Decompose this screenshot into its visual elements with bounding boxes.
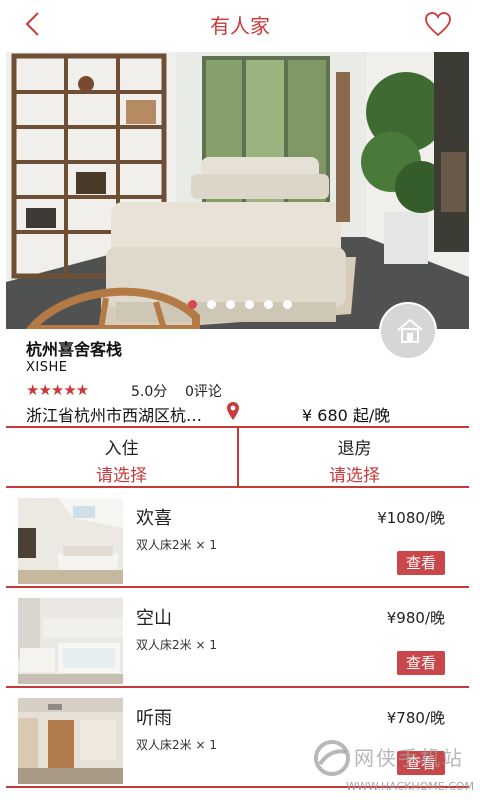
- checkout-label: 退房: [337, 439, 372, 459]
- location-pin-icon[interactable]: [226, 401, 240, 421]
- room-bed: 双人床2米 × 1: [136, 538, 217, 552]
- home-badge-button[interactable]: [379, 302, 437, 360]
- room-bed: 双人床2米 × 1: [136, 738, 217, 752]
- heart-icon[interactable]: [424, 11, 452, 37]
- room-bed: 双人床2米 × 1: [136, 638, 217, 652]
- checkout-selector[interactable]: 退房 请选择: [239, 428, 470, 486]
- room-price: ¥780/晚: [386, 709, 445, 727]
- checkin-value: 请选择: [96, 466, 147, 486]
- room-item[interactable]: 空山 双人床2米 × 1 ¥980/晚 查看: [6, 590, 469, 688]
- date-selector: 入住 请选择 退房 请选择: [6, 426, 469, 488]
- room-name: 空山: [136, 608, 172, 629]
- room-name: 欢喜: [136, 508, 172, 529]
- rating-score: 5.0分: [131, 384, 168, 400]
- checkin-selector[interactable]: 入住 请选择: [6, 428, 239, 486]
- page-title: 有人家: [210, 14, 270, 38]
- room-thumbnail: [18, 698, 123, 784]
- hotel-name: 杭州喜舍客栈: [26, 340, 123, 359]
- hero-image-carousel[interactable]: [6, 52, 469, 329]
- checkin-label: 入住: [104, 439, 139, 459]
- view-room-button[interactable]: 查看: [396, 551, 445, 575]
- carousel-dot[interactable]: [188, 300, 197, 309]
- home-icon: [397, 318, 423, 343]
- hotel-address: 浙江省杭州市西湖区杭…: [26, 406, 203, 425]
- room-thumbnail: [18, 498, 123, 584]
- review-count[interactable]: 0评论: [185, 381, 222, 401]
- starting-price: ¥ 680 起/晚: [302, 406, 391, 425]
- room-price: ¥980/晚: [386, 609, 445, 627]
- room-name: 听雨: [136, 708, 172, 729]
- room-item[interactable]: 欢喜 双人床2米 × 1 ¥1080/晚 查看: [6, 490, 469, 588]
- view-room-button[interactable]: 查看: [396, 751, 445, 775]
- carousel-dot[interactable]: [283, 300, 292, 309]
- room-price: ¥1080/晚: [377, 509, 445, 527]
- carousel-dot[interactable]: [207, 300, 216, 309]
- room-thumbnail: [18, 598, 123, 684]
- room-item[interactable]: 听雨 双人床2米 × 1 ¥780/晚 查看: [6, 690, 469, 788]
- carousel-dot[interactable]: [245, 300, 254, 309]
- view-room-button[interactable]: 查看: [396, 651, 445, 675]
- room-photo: [6, 52, 469, 329]
- carousel-dot[interactable]: [226, 300, 235, 309]
- checkout-value: 请选择: [329, 466, 380, 486]
- nav-bar: 有人家: [0, 0, 480, 48]
- star-rating: ★★★★★: [26, 381, 89, 399]
- carousel-dot[interactable]: [264, 300, 273, 309]
- hotel-name-en: XISHE: [26, 360, 68, 375]
